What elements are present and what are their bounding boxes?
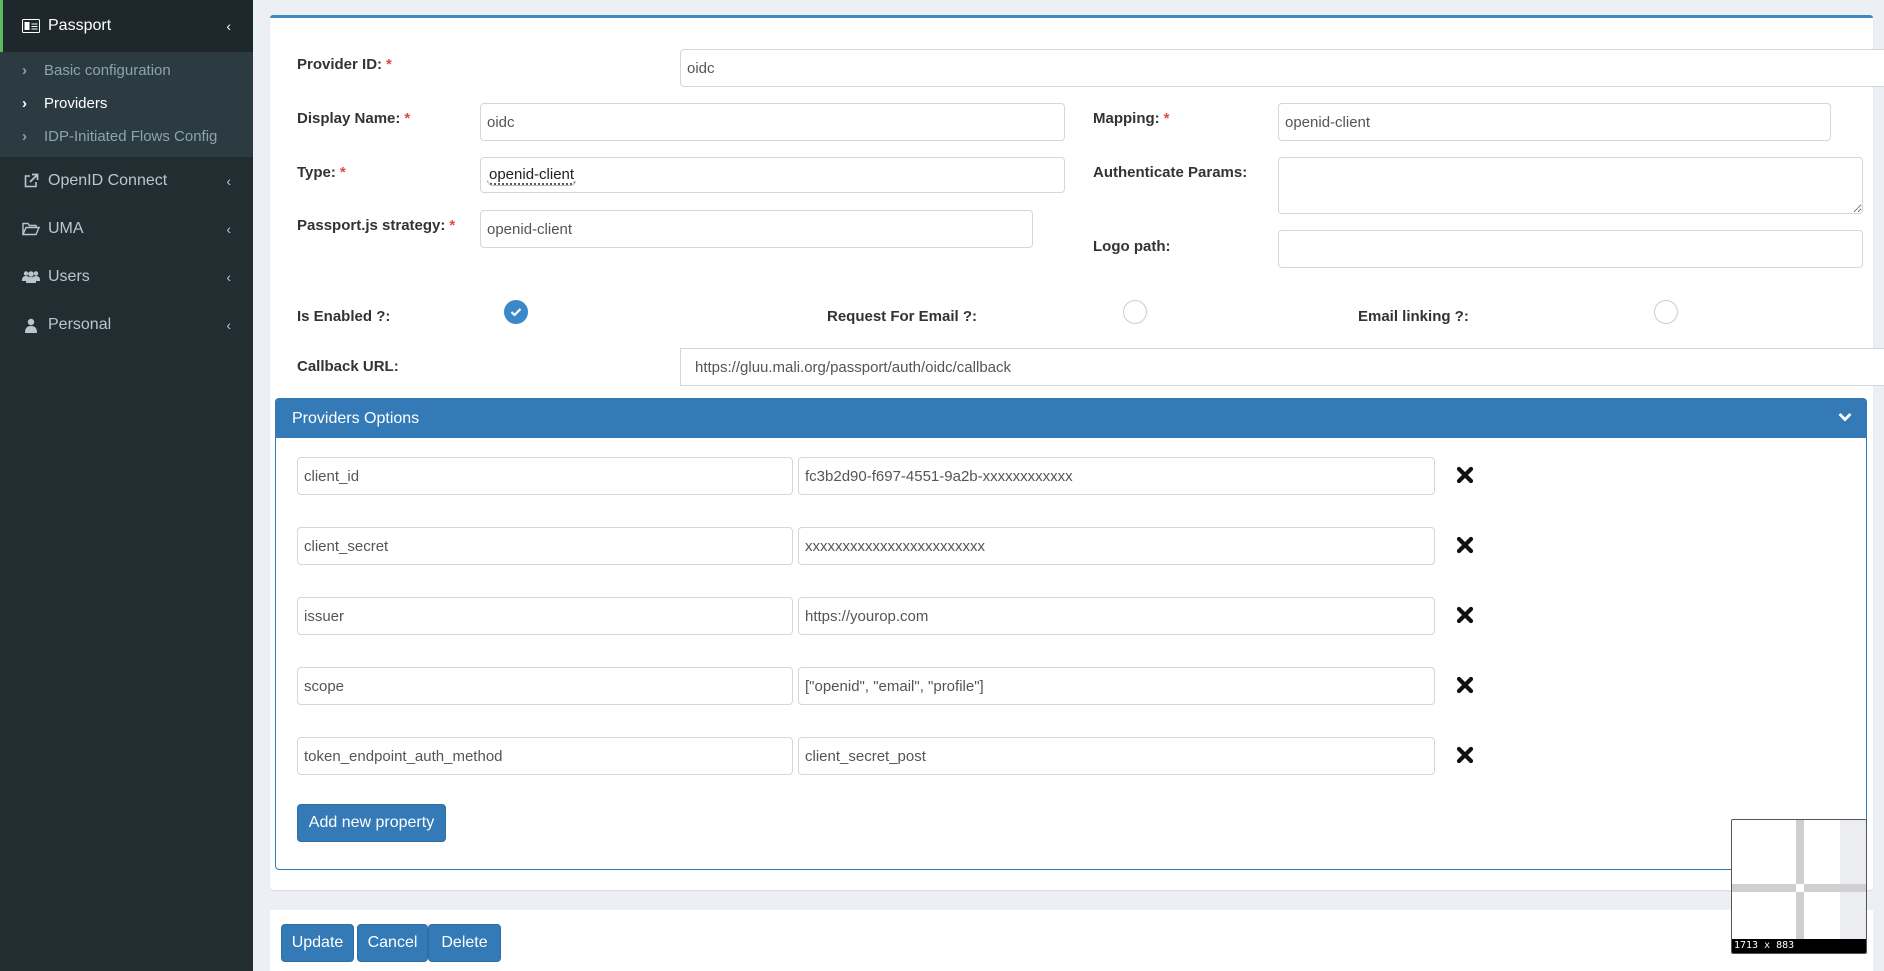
sidebar-item-personal[interactable]: Personal ‹ — [0, 301, 253, 349]
providers-options-panel: Providers Options client_id fc3b2d90-f69… — [275, 398, 1867, 870]
providers-options-header[interactable]: Providers Options — [276, 399, 1866, 438]
chevron-right-icon: › — [22, 62, 27, 79]
type-label: Type: * — [297, 164, 346, 181]
users-icon — [20, 268, 42, 286]
option-key-input[interactable]: token_endpoint_auth_method — [297, 737, 793, 775]
id-card-icon — [20, 17, 42, 35]
callback-url-label: Callback URL: — [297, 358, 399, 375]
chevron-right-icon: › — [22, 128, 27, 145]
sidebar-subitem-idp-initiated-flows[interactable]: › IDP-Initiated Flows Config — [0, 120, 253, 153]
sidebar-item-passport[interactable]: Passport ‹ — [0, 0, 253, 52]
display-name-input[interactable]: oidc — [480, 103, 1065, 141]
logo-path-label: Logo path: — [1093, 238, 1171, 255]
mapping-label: Mapping: * — [1093, 110, 1170, 127]
callback-url-field[interactable]: https://gluu.mali.org/passport/auth/oidc… — [680, 348, 1884, 386]
option-row: issuer https://yourop.com — [297, 597, 1477, 635]
logo-path-input[interactable] — [1278, 230, 1863, 268]
folder-open-icon — [20, 220, 42, 238]
remove-option-icon[interactable] — [1455, 675, 1475, 695]
option-key-input[interactable]: issuer — [297, 597, 793, 635]
is-enabled-checkbox[interactable] — [504, 300, 528, 324]
option-row: client_id fc3b2d90-f697-4551-9a2b-xxxxxx… — [297, 457, 1477, 495]
magnifier-bg — [1840, 820, 1866, 940]
option-value-input[interactable]: fc3b2d90-f697-4551-9a2b-xxxxxxxxxxxx — [798, 457, 1435, 495]
email-linking-label: Email linking ?: — [1358, 308, 1469, 325]
option-key-input[interactable]: client_secret — [297, 527, 793, 565]
remove-option-icon[interactable] — [1455, 465, 1475, 485]
passport-strategy-input[interactable]: openid-client — [480, 210, 1033, 248]
mapping-input[interactable]: openid-client — [1278, 103, 1831, 141]
chevron-left-icon: ‹ — [226, 18, 231, 34]
user-icon — [20, 316, 42, 334]
sidebar-subitem-label: Basic configuration — [44, 62, 171, 79]
authenticate-params-textarea[interactable] — [1278, 157, 1863, 214]
panel-title: Providers Options — [292, 409, 420, 427]
required-marker: * — [404, 110, 411, 127]
chevron-left-icon: ‹ — [226, 173, 231, 189]
sidebar-item-label: UMA — [48, 220, 84, 237]
option-key-input[interactable]: scope — [297, 667, 793, 705]
sidebar-item-label: Passport — [48, 17, 112, 34]
action-bar: Update Cancel Delete — [270, 910, 1873, 971]
sidebar-item-openid-connect[interactable]: OpenID Connect ‹ — [0, 157, 253, 205]
request-for-email-label: Request For Email ?: — [827, 308, 978, 325]
sidebar-item-uma[interactable]: UMA ‹ — [0, 205, 253, 253]
required-marker: * — [339, 164, 346, 181]
is-enabled-label: Is Enabled ?: — [297, 308, 391, 325]
option-value-input[interactable]: ["openid", "email", "profile"] — [798, 667, 1435, 705]
remove-option-icon[interactable] — [1455, 535, 1475, 555]
chevron-left-icon: ‹ — [226, 269, 231, 285]
authenticate-params-label: Authenticate Params: — [1093, 164, 1248, 181]
option-row: client_secret xxxxxxxxxxxxxxxxxxxxxxxx — [297, 527, 1477, 565]
crosshair-vertical — [1796, 820, 1804, 940]
cancel-button[interactable]: Cancel — [357, 924, 428, 962]
option-row: scope ["openid", "email", "profile"] — [297, 667, 1477, 705]
provider-id-input[interactable]: oidc — [680, 49, 1884, 87]
provider-form-box: Provider ID: * oidc Display Name: * oidc M… — [270, 15, 1884, 890]
coordinate-readout: 1713 x 883 — [1732, 939, 1866, 953]
option-row: token_endpoint_auth_method client_secret… — [297, 737, 1477, 775]
email-linking-checkbox[interactable] — [1654, 300, 1678, 324]
delete-button[interactable]: Delete — [428, 924, 501, 962]
display-name-label: Display Name: * — [297, 110, 411, 127]
provider-id-label: Provider ID: * — [297, 56, 392, 73]
sidebar-subitem-label: Providers — [44, 95, 108, 112]
sidebar: Passport ‹ › Basic configuration › Provi… — [0, 0, 253, 971]
sidebar-subitem-label: IDP-Initiated Flows Config — [44, 128, 218, 145]
chevron-left-icon: ‹ — [226, 317, 231, 333]
update-button[interactable]: Update — [281, 924, 354, 962]
option-value-input[interactable]: xxxxxxxxxxxxxxxxxxxxxxxx — [798, 527, 1435, 565]
remove-option-icon[interactable] — [1455, 745, 1475, 765]
required-marker: * — [386, 56, 392, 73]
add-new-property-button[interactable]: Add new property — [297, 804, 446, 842]
request-for-email-checkbox[interactable] — [1123, 300, 1147, 324]
sidebar-subitem-providers[interactable]: › Providers — [0, 87, 253, 120]
chevron-right-icon: › — [22, 95, 27, 112]
screen-magnifier-overlay: 1713 x 883 — [1731, 819, 1867, 954]
option-value-input[interactable]: client_secret_post — [798, 737, 1435, 775]
chevron-down-icon[interactable] — [1838, 409, 1852, 427]
option-value-input[interactable]: https://yourop.com — [798, 597, 1435, 635]
type-input[interactable]: openid-client — [480, 157, 1065, 193]
sidebar-item-label: OpenID Connect — [48, 172, 168, 189]
crosshair-center — [1796, 884, 1804, 892]
external-link-icon — [20, 172, 42, 190]
passport-submenu: › Basic configuration › Providers › IDP-… — [0, 52, 253, 157]
sidebar-subitem-basic-configuration[interactable]: › Basic configuration — [0, 54, 253, 87]
sidebar-item-label: Personal — [48, 316, 112, 333]
option-key-input[interactable]: client_id — [297, 457, 793, 495]
required-marker: * — [449, 217, 456, 234]
passport-strategy-label: Passport.js strategy: * — [297, 217, 456, 234]
sidebar-item-users[interactable]: Users ‹ — [0, 253, 253, 301]
chevron-left-icon: ‹ — [226, 221, 231, 237]
required-marker: * — [1163, 110, 1170, 127]
checkmark-icon — [510, 308, 522, 317]
sidebar-item-label: Users — [48, 268, 90, 285]
remove-option-icon[interactable] — [1455, 605, 1475, 625]
